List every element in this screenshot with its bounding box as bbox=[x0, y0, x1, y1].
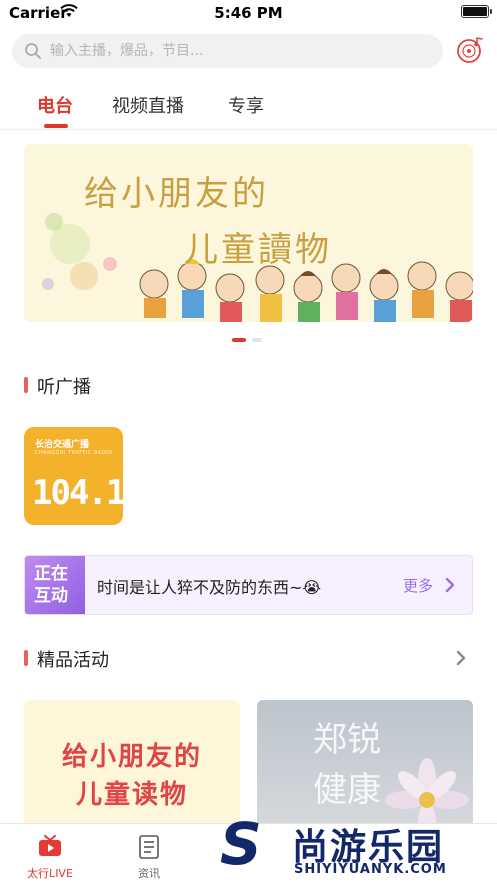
tabbar-item-live[interactable]: 太行LIVE bbox=[10, 824, 90, 883]
activity-card-title-line2: 健康 bbox=[313, 770, 381, 810]
live-badge-line1: 正在 bbox=[34, 564, 68, 584]
vinyl-record-icon[interactable] bbox=[455, 35, 485, 65]
carousel-indicator bbox=[232, 338, 272, 344]
banner-title-line1: 给小朋友的 bbox=[84, 174, 269, 214]
tv-icon bbox=[39, 835, 61, 856]
search-bar[interactable] bbox=[12, 34, 443, 68]
section-marker bbox=[24, 377, 28, 393]
section-header-activities: 精品活动 bbox=[24, 646, 224, 671]
chevron-right-icon[interactable] bbox=[455, 650, 467, 666]
section-title-radio: 听广播 bbox=[37, 377, 91, 398]
tab-video-live[interactable]: 视频直播 bbox=[112, 92, 184, 118]
radio-frequency: 104.1 bbox=[32, 473, 123, 513]
radio-station-tile[interactable]: 长治交通广播 CHANGZHI TRAFFIC RADIO 104.1 bbox=[24, 427, 123, 525]
activity-card-title-line2: 儿童读物 bbox=[76, 780, 189, 810]
tab-radio[interactable]: 电台 bbox=[37, 92, 73, 118]
more-link[interactable]: 更多 bbox=[403, 575, 433, 596]
watermark-logo: S 尚游乐园 SHIYIYUANYK.COM bbox=[216, 810, 497, 883]
carousel-dot bbox=[252, 338, 262, 342]
radio-station-subtitle: CHANGZHI TRAFFIC RADIO bbox=[35, 450, 113, 456]
section-header-radio: 听广播 bbox=[24, 373, 224, 398]
banner-title-line2: 儿童讀物 bbox=[184, 230, 332, 270]
search-icon bbox=[25, 43, 41, 59]
battery-icon bbox=[461, 5, 492, 18]
clock: 5:46 PM bbox=[214, 4, 283, 22]
live-badge: 正在 互动 bbox=[25, 556, 85, 614]
chevron-right-icon[interactable] bbox=[444, 577, 456, 593]
tabbar-label: 太行LIVE bbox=[27, 867, 73, 880]
activity-card[interactable]: 给小朋友的 儿童读物 bbox=[24, 700, 240, 830]
section-title-activities: 精品活动 bbox=[37, 650, 109, 671]
live-interaction-strip[interactable]: 正在 互动 时间是让人猝不及防的东西~😭 更多 bbox=[24, 555, 473, 615]
live-badge-line2: 互动 bbox=[34, 586, 68, 606]
tab-active-indicator bbox=[44, 124, 68, 128]
status-bar: Carrier 5:46 PM bbox=[0, 0, 497, 26]
banner-carousel[interactable]: 给小朋友的 儿童讀物 bbox=[24, 144, 473, 322]
news-icon bbox=[139, 835, 159, 859]
watermark-url: SHIYIYUANYK.COM bbox=[294, 862, 447, 877]
category-tabs: 电台 视频直播 专享 bbox=[0, 80, 497, 130]
search-input[interactable] bbox=[50, 34, 430, 68]
tabbar-item-news[interactable]: 资讯 bbox=[109, 824, 189, 883]
section-marker bbox=[24, 650, 28, 666]
tab-exclusive[interactable]: 专享 bbox=[228, 92, 264, 118]
live-message: 时间是让人猝不及防的东西~😭 bbox=[97, 578, 322, 597]
activity-card-title-line1: 郑锐 bbox=[313, 720, 381, 760]
tabbar-label: 资讯 bbox=[138, 867, 160, 880]
carousel-dot-active bbox=[232, 338, 246, 342]
watermark-letter: S bbox=[220, 810, 262, 878]
radio-station-name: 长治交通广播 bbox=[35, 440, 90, 450]
activity-card-title-line1: 给小朋友的 bbox=[62, 742, 203, 772]
